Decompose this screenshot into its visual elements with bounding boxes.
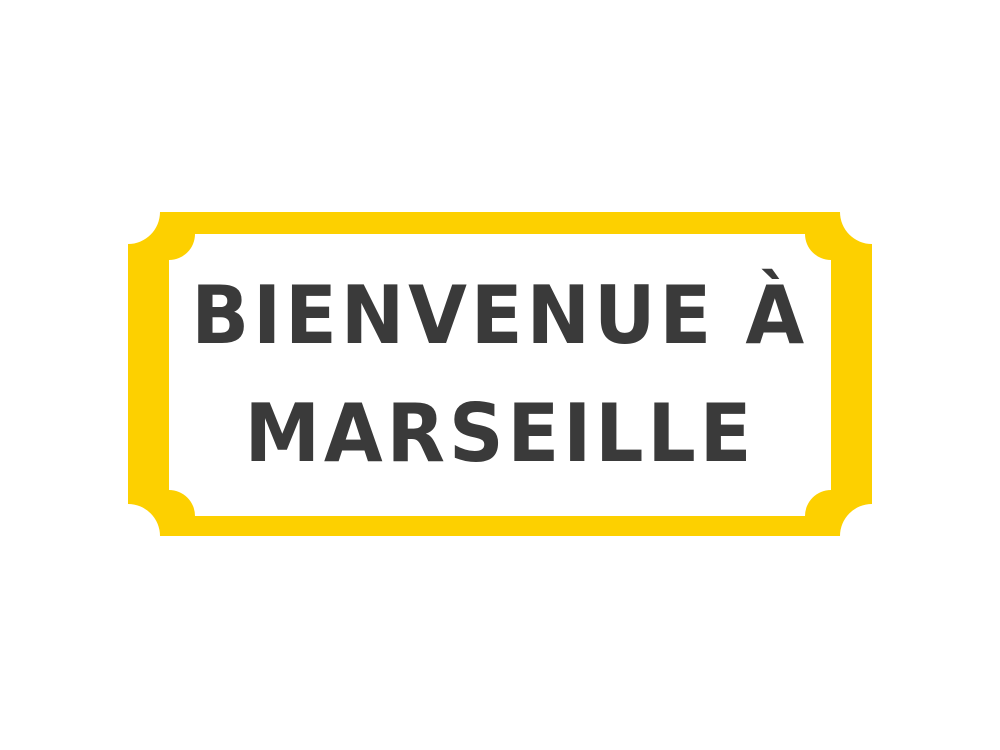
canvas: BIENVENUE À MARSEILLE: [0, 0, 1000, 750]
sign-text: BIENVENUE À MARSEILLE: [192, 232, 805, 518]
sign-line-welcome: BIENVENUE À: [191, 269, 809, 362]
sign-line-city: MARSEILLE: [244, 387, 756, 480]
